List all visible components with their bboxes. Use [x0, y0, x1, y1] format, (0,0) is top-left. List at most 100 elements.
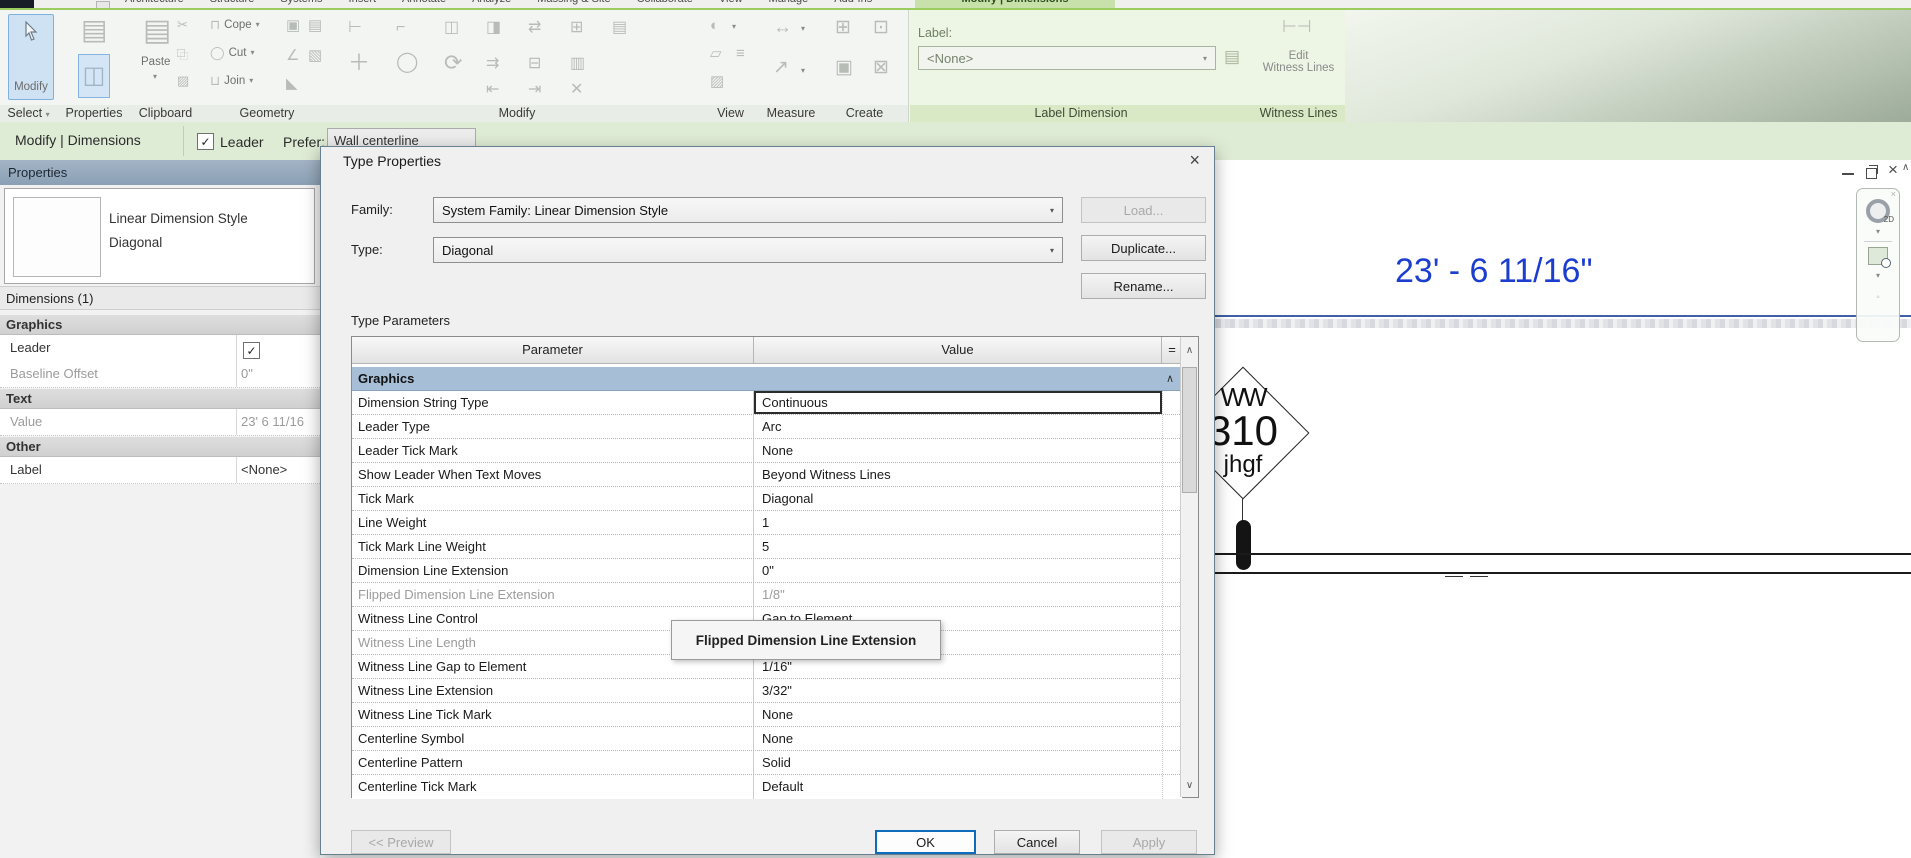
create-parts-icon[interactable]: ▣	[835, 58, 853, 77]
table-section-graphics[interactable]: Graphics ∧	[352, 367, 1182, 391]
palette-section-other[interactable]: Other	[0, 437, 320, 457]
dimension-value-text[interactable]: 23' - 6 11/16"	[1395, 252, 1593, 291]
param-value-cell[interactable]: Diagonal	[754, 487, 1162, 510]
paste-dropdown-icon[interactable]: ▾	[153, 72, 157, 81]
view-minimize-button[interactable]	[1842, 165, 1854, 175]
panel-label-select[interactable]: Select ▾	[0, 105, 57, 122]
unpin-icon[interactable]: ▥	[570, 56, 585, 72]
param-value-cell[interactable]: 5	[754, 535, 1162, 558]
selection-filter[interactable]: Dimensions (1)	[0, 286, 320, 310]
view-restore-button[interactable]	[1866, 165, 1877, 179]
hide-elements-icon[interactable]: ◐	[710, 18, 719, 33]
tab-modify-dimensions[interactable]: Modify | Dimensions	[915, 0, 1115, 8]
param-value-cell[interactable]: 0"	[754, 559, 1162, 582]
tab-manage[interactable]: Manage	[756, 0, 822, 5]
value-column-header[interactable]: Value	[754, 337, 1162, 363]
type-properties-icon[interactable]: ▤	[81, 16, 107, 44]
cut-geometry-button[interactable]: ◯ Cut▾	[210, 46, 254, 59]
paint-icon[interactable]: ▧	[308, 48, 322, 63]
demolish-icon[interactable]: ∠	[286, 48, 299, 63]
tab-architecture[interactable]: Architecture	[112, 0, 197, 5]
ok-button[interactable]: OK	[875, 830, 976, 854]
type-selector[interactable]: Linear Dimension Style Diagonal	[4, 188, 315, 284]
match-type-icon[interactable]: ▨	[177, 74, 189, 87]
param-value-cell[interactable]: None	[754, 727, 1162, 750]
scrollbar-up-arrow[interactable]: ∧	[1181, 345, 1198, 356]
collapse-section-icon[interactable]: ∧	[1166, 367, 1174, 391]
edit-witness-lines-icon[interactable]: ⊢⊣	[1282, 18, 1312, 35]
delete-icon[interactable]: ✕	[570, 82, 583, 98]
tab-analyze[interactable]: Analyze	[459, 0, 524, 5]
chevron-down-icon[interactable]: ▾	[732, 22, 736, 31]
chevron-down-icon[interactable]: ▾	[801, 24, 805, 33]
offset-icon[interactable]: ⌐	[396, 20, 405, 36]
create-parameter-icon[interactable]: ▤	[1224, 48, 1240, 65]
steering-wheel-dropdown-icon[interactable]: ▾	[1876, 227, 1880, 236]
trim-icon[interactable]: ⇉	[486, 56, 499, 72]
aligned-dimension-icon[interactable]: ↔	[773, 18, 792, 37]
cut-icon[interactable]: ✂	[177, 18, 188, 31]
properties-palette-header[interactable]: Properties	[0, 160, 320, 185]
param-value-cell[interactable]: Default	[754, 775, 1162, 799]
scale-icon[interactable]: ▤	[612, 20, 627, 36]
tab-addins[interactable]: Add-Ins	[821, 0, 885, 5]
align-ends-icon[interactable]: ⇥	[528, 82, 541, 98]
zoom-button[interactable]	[1868, 247, 1888, 265]
split-icon[interactable]: ⇄	[528, 20, 541, 36]
canvas-scroll-up[interactable]: ∧	[1902, 162, 1909, 173]
copy-element-icon[interactable]: ◯	[396, 52, 418, 72]
modify-button[interactable]: Modify	[8, 14, 54, 100]
window-symbol[interactable]	[1236, 520, 1251, 570]
parameter-column-header[interactable]: Parameter	[352, 337, 754, 363]
join-button[interactable]: ⊔ Join▾	[210, 74, 253, 87]
navbar-bottom-dot-icon[interactable]: ◦	[1876, 292, 1880, 303]
chevron-down-icon[interactable]: ▾	[801, 66, 805, 75]
leader-checkbox[interactable]: ✓	[197, 133, 214, 150]
extend-icon[interactable]: ⇤	[486, 82, 499, 98]
create-similar-icon[interactable]: ⊠	[873, 58, 889, 77]
create-group-icon[interactable]: ⊞	[835, 18, 851, 37]
linework-icon[interactable]: ▨	[710, 74, 724, 89]
param-value-cell[interactable]: Solid	[754, 751, 1162, 774]
palette-section-text[interactable]: Text	[0, 389, 320, 409]
table-scrollbar[interactable]: ∧ ∨	[1180, 337, 1198, 797]
tab-annotate[interactable]: Annotate	[389, 0, 459, 5]
align-icon[interactable]: ⊢	[348, 20, 362, 36]
create-assembly-icon[interactable]: ⊡	[873, 18, 889, 37]
param-value-cell[interactable]: Beyond Witness Lines	[754, 463, 1162, 486]
view-close-button[interactable]: ×	[1888, 160, 1898, 180]
param-value-cell[interactable]: None	[754, 703, 1162, 726]
paste-button[interactable]: Paste	[141, 56, 170, 68]
zoom-dropdown-icon[interactable]: ▾	[1876, 271, 1880, 280]
tab-collaborate[interactable]: Collaborate	[624, 0, 706, 5]
param-value-cell[interactable]: None	[754, 439, 1162, 462]
edit-witness-lines-button[interactable]: Edit Witness Lines	[1252, 50, 1345, 74]
tab-systems[interactable]: Systems	[267, 0, 335, 5]
tab-massing-site[interactable]: Massing & Site	[524, 0, 623, 5]
mirror-axis-icon[interactable]: ◫	[444, 20, 459, 36]
param-value-cell[interactable]: 3/32"	[754, 679, 1162, 702]
duplicate-button[interactable]: Duplicate...	[1081, 235, 1206, 261]
family-dropdown[interactable]: System Family: Linear Dimension Style ▾	[433, 197, 1063, 223]
palette-section-graphics[interactable]: Graphics	[0, 315, 320, 335]
param-value-cell[interactable]: Continuous	[754, 391, 1162, 414]
cope-button[interactable]: ⊓ Cope▾	[210, 18, 260, 31]
wall-icon[interactable]: ▤	[308, 18, 322, 33]
leader-row-value[interactable]: ✓	[237, 335, 320, 361]
pin-icon[interactable]: ⊟	[528, 56, 541, 72]
type-dropdown[interactable]: Diagonal ▾	[433, 237, 1063, 263]
measure-icon[interactable]: ↗	[773, 58, 789, 77]
scrollbar-thumb[interactable]	[1182, 367, 1197, 493]
beam-icon[interactable]: ▣	[286, 18, 300, 33]
cancel-button[interactable]: Cancel	[994, 830, 1080, 854]
override-graphics-icon[interactable]: ▱	[710, 46, 722, 61]
move-icon[interactable]: ＋	[348, 52, 370, 74]
navbar-close-icon[interactable]: ×	[1891, 189, 1896, 199]
param-value-cell[interactable]: 1	[754, 511, 1162, 534]
tab-structure[interactable]: Structure	[197, 0, 268, 5]
rename-button[interactable]: Rename...	[1081, 273, 1206, 299]
tab-view[interactable]: View	[706, 0, 756, 5]
rotate-icon[interactable]: ⟳	[444, 52, 462, 74]
paste-icon[interactable]: ▤	[143, 16, 171, 46]
mirror-draw-icon[interactable]: ◨	[486, 20, 501, 36]
